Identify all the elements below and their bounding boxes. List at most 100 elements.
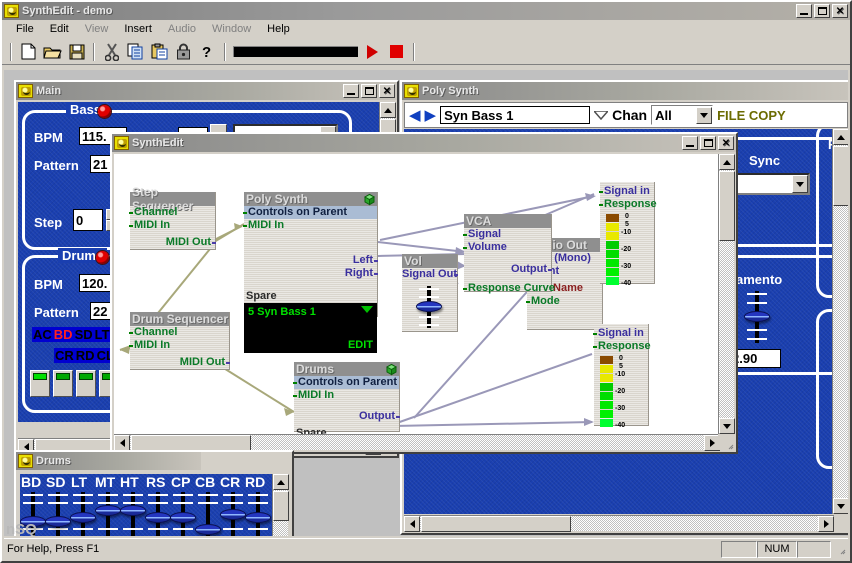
polysynth-scroll-right-button[interactable]	[818, 516, 834, 532]
drum-fader-rd[interactable]	[245, 492, 271, 536]
drum-tag-bd[interactable]: BD	[52, 327, 74, 342]
chan-select[interactable]: All	[651, 105, 714, 125]
drum-sequencer-header[interactable]: Drum Sequencer	[130, 312, 229, 326]
polysynth-scroll-up-button[interactable]	[833, 129, 848, 145]
portamento-fader[interactable]	[744, 291, 770, 343]
patch-canvas[interactable]: Step Sequencer Channel MIDI In MIDI Out …	[114, 154, 720, 434]
polysynth-vscrollbar[interactable]	[832, 129, 848, 514]
step-sequencer-pin-channel[interactable]: Channel	[129, 206, 215, 219]
transport-progress-bar[interactable]	[233, 46, 358, 57]
new-icon[interactable]	[17, 41, 40, 63]
app-maximize-button[interactable]	[814, 4, 830, 18]
polysynth-scroll-left-button[interactable]	[404, 516, 420, 532]
poly-synth-module[interactable]: Poly Synth Controls on Parent MIDI In Le…	[243, 192, 378, 353]
poly-synth-pin-midi-in[interactable]: MIDI In	[243, 219, 377, 232]
sync-chevron-down-icon[interactable]	[792, 175, 808, 193]
audio-out-pin-mode[interactable]: Mode	[526, 295, 602, 308]
resize-grip-icon[interactable]	[834, 543, 846, 555]
menu-audio[interactable]: Audio	[160, 21, 204, 37]
drum-fader-ht[interactable]	[120, 492, 146, 536]
cut-scissors-icon[interactable]	[100, 41, 123, 63]
vol-pin-signal-out[interactable]: Signal Out	[402, 268, 458, 281]
patch-minimize-button[interactable]	[682, 136, 698, 150]
drum-tag-lt[interactable]: LT	[93, 327, 111, 342]
step-sequencer-pin-midi-in[interactable]: MIDI In	[129, 219, 215, 232]
step-sequencer-module[interactable]: Step Sequencer Channel MIDI In MIDI Out	[129, 185, 216, 250]
drum-sequencer-module[interactable]: Drum Sequencer Channel MIDI In MIDI Out	[129, 312, 230, 370]
drum-fader-cb[interactable]	[195, 492, 221, 536]
vca-pin-response-curve[interactable]: Response Curve	[463, 282, 555, 295]
poly-synth-pin-right[interactable]: Right	[244, 267, 378, 280]
main-minimize-button[interactable]	[343, 84, 359, 98]
container-cube-icon-2[interactable]	[385, 363, 398, 376]
drum-fader-cp[interactable]	[170, 492, 196, 536]
menu-edit[interactable]: Edit	[42, 21, 77, 37]
patch-scroll-up-button[interactable]	[719, 154, 735, 170]
drums-scroll-up-button[interactable]	[273, 474, 289, 490]
lock-padlock-icon[interactable]	[172, 41, 195, 63]
vca-pin-signal[interactable]: Signal	[463, 228, 551, 241]
drum-fader-mt[interactable]	[95, 492, 121, 536]
menu-file[interactable]: File	[8, 21, 42, 37]
drum-led-button-3[interactable]	[76, 370, 96, 397]
vol-fader[interactable]	[416, 286, 442, 328]
polysynth-hscrollbar[interactable]	[404, 515, 834, 532]
meter2-pin-response[interactable]: Response	[593, 340, 651, 353]
patch-hscroll-thumb[interactable]	[131, 435, 251, 451]
vca-pin-volume[interactable]: Volume	[463, 241, 551, 254]
drum-led-button-1[interactable]	[30, 370, 50, 397]
drums-module[interactable]: Drums Controls on Parent MIDI In Output …	[293, 362, 400, 434]
poly-synth-pin-controls-on-parent[interactable]: Controls on Parent	[243, 206, 377, 219]
app-minimize-button[interactable]	[796, 4, 812, 18]
drum-tag-ac[interactable]: AC	[32, 327, 53, 342]
copy-icon[interactable]	[124, 41, 147, 63]
patch-vscrollbar[interactable]	[718, 154, 735, 434]
meter2-pin-signal-in[interactable]: Signal in	[593, 327, 648, 340]
drums-module-header[interactable]: Drums	[294, 362, 399, 376]
drum-fader-rs[interactable]	[145, 492, 171, 536]
drum-sequencer-pin-channel[interactable]: Channel	[129, 326, 229, 339]
drum-fader-lt[interactable]	[70, 492, 96, 536]
app-close-button[interactable]: ✕	[832, 4, 848, 18]
level-meter-module-1[interactable]: Signal in Response 0 5 -10 -20 -30 -40	[599, 182, 657, 287]
step-sequencer-header[interactable]: Step Sequencer	[130, 185, 215, 213]
poly-synth-header[interactable]: Poly Synth	[244, 192, 377, 206]
drums-pin-output[interactable]: Output	[294, 410, 400, 423]
poly-synth-lcd[interactable]: 5 Syn Bass 1 EDIT	[244, 303, 377, 353]
drum-led-button-2[interactable]	[53, 370, 73, 397]
play-button[interactable]	[361, 41, 384, 63]
chevron-down-icon[interactable]	[696, 106, 713, 124]
bass-step-field[interactable]: 0	[73, 209, 103, 231]
drum-sequencer-pin-midi-out[interactable]: MIDI Out	[130, 356, 230, 369]
patch-prev-button[interactable]: ◀	[409, 108, 421, 123]
patch-hscrollbar[interactable]	[114, 434, 720, 451]
drum-tag-cr[interactable]: CR	[54, 348, 75, 363]
patch-scroll-left-button[interactable]	[114, 435, 130, 451]
container-cube-icon[interactable]	[363, 193, 376, 206]
save-disk-icon[interactable]	[65, 41, 88, 63]
patch-name-field[interactable]: Syn Bass 1	[440, 106, 591, 124]
main-close-button[interactable]: ✕	[379, 84, 395, 98]
vca-module-header[interactable]: VCA	[464, 214, 551, 228]
main-maximize-button[interactable]	[361, 84, 377, 98]
step-sequencer-pin-midi-out[interactable]: MIDI Out	[130, 236, 216, 249]
lcd-dropdown-triangle-icon[interactable]	[361, 306, 373, 313]
menu-view[interactable]: View	[77, 21, 117, 37]
main-scroll-up-button[interactable]	[380, 102, 396, 118]
drums-pin-controls-on-parent[interactable]: Controls on Parent	[293, 376, 399, 389]
drum-fader-sd[interactable]	[45, 492, 71, 536]
polysynth-scroll-thumb[interactable]	[833, 146, 848, 206]
menu-help[interactable]: Help	[259, 21, 298, 37]
patch-scroll-down-button[interactable]	[719, 418, 735, 434]
drum-fader-cr[interactable]	[220, 492, 246, 536]
patch-maximize-button[interactable]	[700, 136, 716, 150]
patch-next-button[interactable]: ▶	[425, 108, 437, 123]
polysynth-scroll-down-button[interactable]	[833, 498, 848, 514]
drum-tag-rd[interactable]: RD	[74, 348, 96, 363]
patch-dropdown-icon[interactable]	[594, 111, 609, 120]
menu-insert[interactable]: Insert	[116, 21, 160, 37]
drums-vscrollbar[interactable]	[272, 474, 289, 536]
poly-synth-edit-button[interactable]: EDIT	[348, 339, 373, 351]
drums-pin-midi-in[interactable]: MIDI In	[293, 389, 399, 402]
poly-synth-pin-left[interactable]: Left	[244, 254, 378, 267]
